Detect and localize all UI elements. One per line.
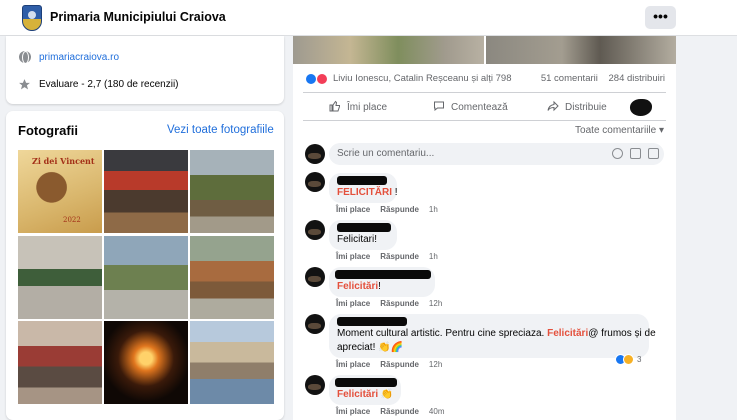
comment-meta: Îmi place Răspunde 40m <box>336 407 454 416</box>
photo-thumbnail[interactable] <box>190 236 274 319</box>
love-reaction-icon <box>316 73 328 85</box>
like-button[interactable]: Îmi place <box>329 100 387 115</box>
camera-icon[interactable] <box>630 148 641 159</box>
comment-reply-link[interactable]: Răspunde <box>380 205 419 214</box>
comment-like-link[interactable]: Îmi place <box>336 360 370 369</box>
comment-like-link[interactable]: Îmi place <box>336 407 370 416</box>
rating-row: Evaluare - 2,7 (180 de recenzii) <box>18 76 179 92</box>
comment-bubble: FELICITĂRI ! <box>329 173 398 203</box>
comment-button[interactable]: Comentează <box>433 100 508 115</box>
photo-thumbnail[interactable] <box>18 321 102 404</box>
rating-text: Evaluare - 2,7 (180 de recenzii) <box>39 78 179 90</box>
comment-icon <box>433 100 445 115</box>
comment-reply-link[interactable]: Răspunde <box>380 252 419 261</box>
see-all-photos-link[interactable]: Vezi toate fotografiile <box>167 124 274 136</box>
comment-time[interactable]: 40m <box>429 407 445 416</box>
comment-time[interactable]: 1h <box>429 252 438 261</box>
post-card: Liviu Ionescu, Catalin Reșceanu și alți … <box>293 36 676 420</box>
photos-card: Fotografii Vezi toate fotografiile Zi de… <box>6 111 284 420</box>
star-icon <box>18 78 31 91</box>
comment-label: Comentează <box>451 102 508 113</box>
avatar[interactable] <box>305 267 325 287</box>
comment-time[interactable]: 1h <box>429 205 438 214</box>
post-image[interactable] <box>293 36 676 64</box>
photo-thumbnail[interactable] <box>104 236 188 319</box>
page-header: Primaria Municipiului Craiova ••• <box>0 0 737 36</box>
page-title[interactable]: Primaria Municipiului Craiova <box>50 10 226 24</box>
shares-count[interactable]: 284 distribuiri <box>609 73 666 84</box>
comment-bubble: Felicitări 👏 <box>329 375 401 405</box>
page-info-card: primariacraiova.ro Evaluare - 2,7 (180 d… <box>6 36 284 104</box>
website-row: primariacraiova.ro <box>18 49 119 65</box>
comment-reply-link[interactable]: Răspunde <box>380 360 419 369</box>
comment-like-link[interactable]: Îmi place <box>336 205 370 214</box>
comment-sort-dropdown[interactable]: Toate comentariile ▾ <box>575 125 664 136</box>
comment-meta: Îmi place Răspunde 1h <box>336 252 448 261</box>
comment-text: Felicitări 👏 <box>337 389 394 400</box>
avatar[interactable] <box>305 375 325 395</box>
haha-reaction-icon <box>623 354 634 365</box>
poster-title: Zi dei Vincent <box>32 156 95 166</box>
comment-like-link[interactable]: Îmi place <box>336 252 370 261</box>
post-actions: Îmi place Comentează Distribuie <box>303 92 666 121</box>
photo-thumbnail[interactable] <box>190 321 274 404</box>
avatar[interactable] <box>305 144 325 164</box>
comment-text: Moment cultural artistic. Pentru cine sp… <box>337 328 656 339</box>
comment-reply-link[interactable]: Răspunde <box>380 299 419 308</box>
right-gutter <box>676 36 737 420</box>
website-link[interactable]: primariacraiova.ro <box>39 52 119 63</box>
poster-date: 2022 <box>63 216 81 224</box>
comment-time[interactable]: 12h <box>429 299 442 308</box>
share-label: Distribuie <box>565 102 607 113</box>
photo-thumbnail[interactable] <box>104 321 188 404</box>
redacted-author <box>335 270 431 279</box>
thumbs-up-icon <box>329 100 341 115</box>
comment-bubble: Felicitari! <box>329 220 397 250</box>
engagement-counts: 51 comentarii 284 distribuiri <box>533 73 665 84</box>
reaction-names[interactable]: Liviu Ionescu, Catalin Reșceanu și alți … <box>333 73 512 84</box>
avatar[interactable] <box>630 99 652 116</box>
redacted-author <box>337 223 391 232</box>
share-arrow-icon <box>547 100 559 115</box>
photo-thumbnail[interactable] <box>104 150 188 233</box>
avatar[interactable] <box>305 220 325 240</box>
like-label: Îmi place <box>347 102 388 113</box>
photo-thumbnail[interactable] <box>190 150 274 233</box>
comment-meta: Îmi place Răspunde 1h <box>336 205 448 214</box>
comments-count[interactable]: 51 comentarii <box>541 73 598 84</box>
redacted-author <box>337 317 407 326</box>
globe-icon <box>18 51 31 64</box>
comment-input[interactable]: Scrie un comentariu... <box>329 143 664 165</box>
sticker-icon[interactable] <box>648 148 659 159</box>
city-crest-icon[interactable] <box>22 5 42 31</box>
avatar[interactable] <box>305 314 325 334</box>
comment-text-line-2: apreciat! 👏🌈 <box>337 342 404 353</box>
more-options-button[interactable]: ••• <box>645 6 676 29</box>
redacted-author <box>337 176 387 185</box>
comment-bubble: Moment cultural artistic. Pentru cine sp… <box>329 314 656 358</box>
post-photo[interactable] <box>293 36 484 64</box>
comment-like-link[interactable]: Îmi place <box>336 299 370 308</box>
photos-title: Fotografii <box>18 123 78 138</box>
comment-input-placeholder: Scrie un comentariu... <box>337 148 435 159</box>
post-photo[interactable] <box>486 36 676 64</box>
comment-reactions[interactable]: 3 <box>615 354 641 365</box>
comment-meta: Îmi place Răspunde 12h <box>336 299 452 308</box>
comment-text: FELICITĂRI ! <box>337 187 398 198</box>
comment-meta: Îmi place Răspunde 12h <box>336 360 452 369</box>
photo-thumbnail[interactable] <box>18 236 102 319</box>
share-button[interactable]: Distribuie <box>547 100 607 115</box>
avatar[interactable] <box>305 172 325 192</box>
comment-text: Felicitări! <box>337 281 381 292</box>
comment-time[interactable]: 12h <box>429 360 442 369</box>
reactions-summary: Liviu Ionescu, Catalin Reșceanu și alți … <box>305 72 665 88</box>
comment-reply-link[interactable]: Răspunde <box>380 407 419 416</box>
redacted-author <box>335 378 397 387</box>
comment-reaction-count: 3 <box>637 355 642 364</box>
comment-text: Felicitari! <box>337 234 378 245</box>
emoji-icon[interactable] <box>612 148 623 159</box>
photo-thumbnail[interactable]: Zi dei Vincent 2022 <box>18 150 102 233</box>
comment-bubble: Felicitări! <box>329 267 435 297</box>
